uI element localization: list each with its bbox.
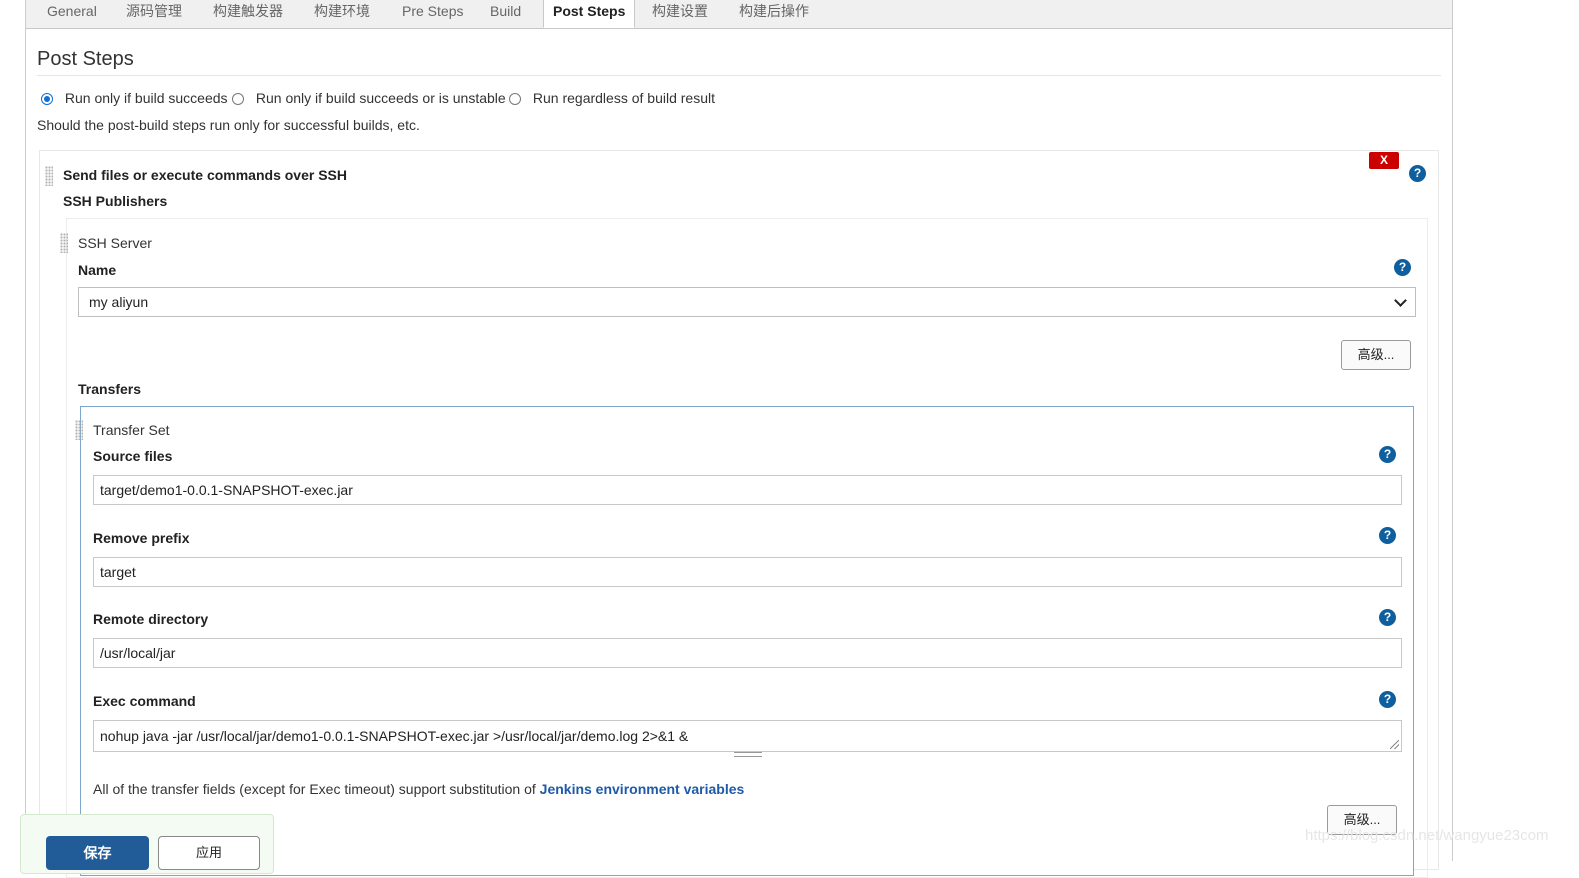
remove-prefix-input[interactable]: target [93, 557, 1402, 587]
tab-post-build-actions[interactable]: 构建后操作 [739, 0, 809, 28]
server-name-value: my aliyun [89, 294, 149, 310]
server-name-select[interactable]: my aliyun [78, 287, 1416, 317]
drag-handle-icon[interactable] [60, 233, 68, 253]
exec-command-label: Exec command [93, 693, 196, 709]
source-files-label: Source files [93, 448, 173, 464]
radio-option-always[interactable]: Run regardless of build result [509, 90, 715, 108]
remote-directory-input[interactable]: /usr/local/jar [93, 638, 1402, 668]
server-advanced-button[interactable]: 高级... [1341, 340, 1411, 370]
source-files-input[interactable]: target/demo1-0.0.1-SNAPSHOT-exec.jar [93, 475, 1402, 505]
jenkins-env-variables-link[interactable]: Jenkins environment variables [540, 781, 745, 797]
env-note-text: All of the transfer fields (except for E… [93, 781, 540, 797]
drag-handle-icon[interactable] [45, 166, 53, 186]
help-icon[interactable]: ? [1379, 691, 1396, 708]
env-variables-note: All of the transfer fields (except for E… [93, 781, 744, 797]
radio-option-label: Run only if build succeeds or is unstabl… [255, 90, 506, 106]
help-icon[interactable]: ? [1379, 446, 1396, 463]
help-icon[interactable]: ? [1379, 527, 1396, 544]
section-divider [37, 75, 1441, 76]
config-tab-bar: General 源码管理 构建触发器 构建环境 Pre Steps Build … [26, 0, 1452, 29]
tab-pre-steps[interactable]: Pre Steps [402, 0, 463, 28]
radio-option-label: Run regardless of build result [532, 90, 715, 106]
exec-command-value: nohup java -jar /usr/local/jar/demo1-0.0… [100, 728, 689, 744]
radio-option-unstable[interactable]: Run only if build succeeds or is unstabl… [232, 90, 506, 108]
chevron-down-icon [1394, 294, 1407, 307]
ssh-step-title: Send files or execute commands over SSH [63, 167, 347, 183]
server-name-label: Name [78, 262, 117, 278]
remote-directory-label: Remote directory [93, 611, 209, 627]
transfer-set-title: Transfer Set [93, 422, 170, 438]
ssh-server-title: SSH Server [78, 235, 152, 251]
post-steps-title: Post Steps [37, 48, 134, 70]
remove-prefix-label: Remove prefix [93, 530, 190, 546]
save-button[interactable]: 保存 [46, 836, 149, 870]
help-icon[interactable]: ? [1394, 259, 1411, 276]
tab-build-settings[interactable]: 构建设置 [652, 0, 708, 28]
radio-checked-icon[interactable] [41, 93, 53, 106]
transfers-label: Transfers [78, 381, 142, 397]
post-steps-description: Should the post-build steps run only for… [37, 117, 420, 133]
resize-grip-icon[interactable] [1390, 740, 1399, 749]
radio-option-label: Run only if build succeeds [64, 90, 228, 106]
tab-general[interactable]: General [47, 0, 97, 28]
tab-post-steps[interactable]: Post Steps [543, 0, 636, 28]
help-icon[interactable]: ? [1409, 165, 1426, 182]
tab-build-environment[interactable]: 构建环境 [314, 0, 370, 28]
exec-command-textarea[interactable]: nohup java -jar /usr/local/jar/demo1-0.0… [93, 720, 1402, 752]
delete-step-button[interactable]: X [1369, 152, 1399, 169]
radio-unchecked-icon[interactable] [232, 93, 244, 106]
config-page: General 源码管理 构建触发器 构建环境 Pre Steps Build … [25, 0, 1453, 878]
radio-unchecked-icon[interactable] [509, 93, 521, 106]
watermark-text: https://blog.csdn.net/wangyue23com [1305, 827, 1549, 844]
drag-handle-icon[interactable] [75, 420, 83, 440]
help-icon[interactable]: ? [1379, 609, 1396, 626]
tab-build-triggers[interactable]: 构建触发器 [213, 0, 283, 28]
textarea-expand-handle[interactable] [734, 752, 762, 757]
ssh-publishers-label: SSH Publishers [63, 193, 168, 209]
apply-button[interactable]: 应用 [158, 836, 260, 870]
radio-option-success[interactable]: Run only if build succeeds [41, 90, 228, 108]
tab-build[interactable]: Build [490, 0, 521, 28]
tab-source-control[interactable]: 源码管理 [126, 0, 182, 28]
